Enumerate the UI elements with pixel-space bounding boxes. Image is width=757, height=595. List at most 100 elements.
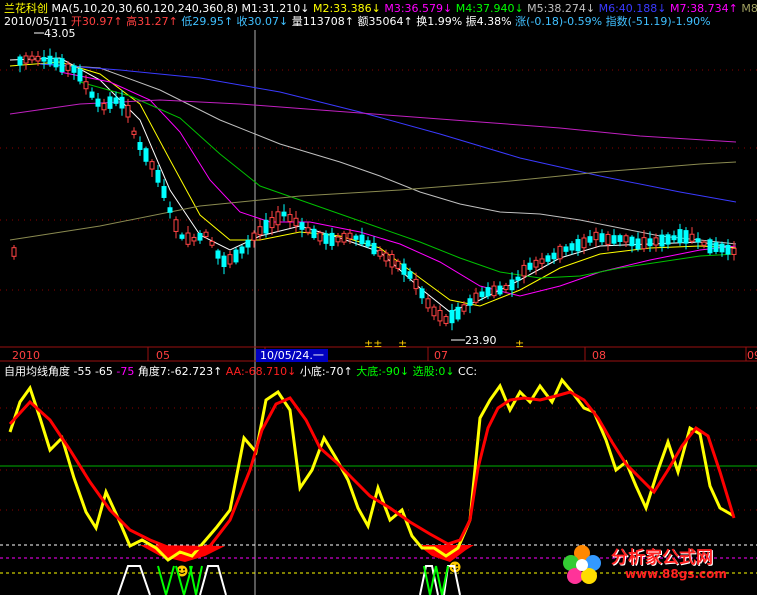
- price-high-label: 43.05: [44, 27, 76, 40]
- indicator-value-3: AA:-68.710↓: [222, 365, 297, 378]
- quote-value-3: 收30.07↓: [233, 15, 289, 28]
- event-marker-3[interactable]: ±: [515, 337, 524, 350]
- candle-body-60: [59, 58, 65, 73]
- moving-average-lines: [9, 57, 737, 313]
- candle-body-498: [497, 285, 503, 295]
- candle-body-144: [143, 148, 149, 162]
- candle-body-120: [119, 96, 125, 109]
- stock-name[interactable]: 兰花科创: [4, 2, 48, 15]
- candle-body-720: [719, 243, 725, 253]
- signal-green-1: [157, 565, 175, 595]
- candle-body-660: [659, 234, 665, 247]
- aa-line: [8, 390, 736, 552]
- candle-body-516: [515, 276, 521, 281]
- candle-body-372: [371, 242, 377, 255]
- candle-body-354: [353, 235, 359, 240]
- candle-body-624: [623, 235, 629, 243]
- stock-chart-window[interactable]: 兰花科创 MA(5,10,20,30,60,120,240,360,8) M1:…: [0, 0, 757, 595]
- smiley-eye-r-1: [183, 568, 185, 571]
- indicator-value-1: -75: [112, 365, 135, 378]
- cursor-date-label: 10/05/24.一: [256, 349, 328, 362]
- candle-body-468: [467, 298, 473, 306]
- candle-body-216: [215, 250, 221, 259]
- candle-body-204: [203, 231, 209, 238]
- candle-body-558: [557, 245, 563, 260]
- candle-body-480: [479, 291, 485, 298]
- candle-body-690: [689, 233, 695, 242]
- candle-body-156: [155, 169, 161, 183]
- candle-body-12: [11, 247, 17, 257]
- candle-body-168: [167, 207, 173, 213]
- quote-value-4: 量113708↑: [288, 15, 354, 28]
- candle-body-612: [611, 235, 617, 244]
- ma-value-3: M4:37.940↓: [452, 2, 524, 15]
- watermark-url: www.88gs.com: [625, 567, 727, 581]
- candle-body-306: [305, 227, 311, 233]
- candle-body-84: [83, 81, 89, 90]
- candle-body-504: [503, 284, 509, 290]
- candle-body-66: [65, 63, 71, 71]
- candle-body-246: [245, 239, 251, 248]
- ma-value-7: M8:31.88: [741, 2, 757, 15]
- candle-body-366: [365, 240, 371, 247]
- candlestick-series[interactable]: [11, 32, 737, 341]
- candle-body-138: [137, 142, 143, 150]
- candle-body-330: [329, 232, 335, 246]
- candle-body-444: [443, 316, 449, 324]
- event-marker-1[interactable]: ±±: [364, 337, 382, 350]
- candle-body-360: [359, 234, 365, 245]
- event-marker-2[interactable]: ±: [398, 337, 407, 350]
- candle-body-426: [425, 298, 431, 309]
- candle-body-318: [317, 232, 323, 242]
- smiley-eye-l-1: [179, 568, 181, 571]
- candle-body-648: [647, 238, 653, 247]
- indicator-value-7: CC:: [454, 365, 478, 378]
- candle-body-582: [581, 237, 587, 249]
- quote-value-9: 指数(-51.19)-1.90%: [602, 15, 711, 28]
- indicator-value-6: 选股:0↓: [409, 365, 455, 378]
- candle-body-384: [383, 252, 389, 262]
- candle-body-528: [527, 262, 533, 270]
- quote-value-6: 换1.99%: [412, 15, 463, 28]
- candle-body-186: [185, 232, 191, 245]
- candle-body-48: [47, 55, 53, 65]
- header-line-2: 2010/05/11 开30.97↑ 高31.27↑ 低29.95↑ 收30.0…: [4, 15, 711, 28]
- candle-body-408: [407, 271, 413, 279]
- candle-body-576: [575, 239, 581, 252]
- candle-body-42: [41, 57, 47, 62]
- ma-value-6: M7:38.734↑: [666, 2, 738, 15]
- candle-body-702: [701, 241, 707, 246]
- candle-body-18: [17, 56, 23, 66]
- candle-body-300: [299, 222, 305, 230]
- candle-body-288: [287, 214, 293, 222]
- chart-canvas[interactable]: [0, 0, 757, 595]
- time-label-07: 07: [434, 349, 448, 362]
- candle-body-228: [227, 254, 233, 265]
- candle-body-492: [491, 285, 497, 297]
- candle-body-666: [665, 234, 671, 245]
- ma-value-1: M2:33.386↓: [309, 2, 381, 15]
- candle-body-678: [677, 229, 683, 243]
- candle-body-696: [695, 238, 701, 243]
- candle-body-414: [413, 278, 419, 290]
- signal-white-2: [199, 565, 227, 595]
- candle-body-312: [311, 228, 317, 239]
- time-label-09: 09: [747, 349, 757, 362]
- candle-body-126: [125, 104, 131, 118]
- candle-body-684: [683, 230, 689, 244]
- time-label-05: 05: [156, 349, 170, 362]
- candle-body-438: [437, 309, 443, 322]
- ma-params[interactable]: MA(5,10,20,30,60,120,240,360,8): [52, 2, 239, 15]
- quote-value-5: 额35064↑: [354, 15, 413, 28]
- candle-body-258: [257, 226, 263, 236]
- candle-body-600: [599, 233, 605, 243]
- candle-body-240: [239, 246, 245, 254]
- candle-body-162: [161, 186, 167, 198]
- candle-body-198: [197, 233, 203, 241]
- candle-body-570: [569, 243, 575, 251]
- candle-body-456: [455, 306, 461, 320]
- candle-body-378: [377, 249, 383, 257]
- candle-body-522: [521, 264, 527, 277]
- candle-body-264: [263, 219, 269, 234]
- quote-value-1: 高31.27↑: [122, 15, 178, 28]
